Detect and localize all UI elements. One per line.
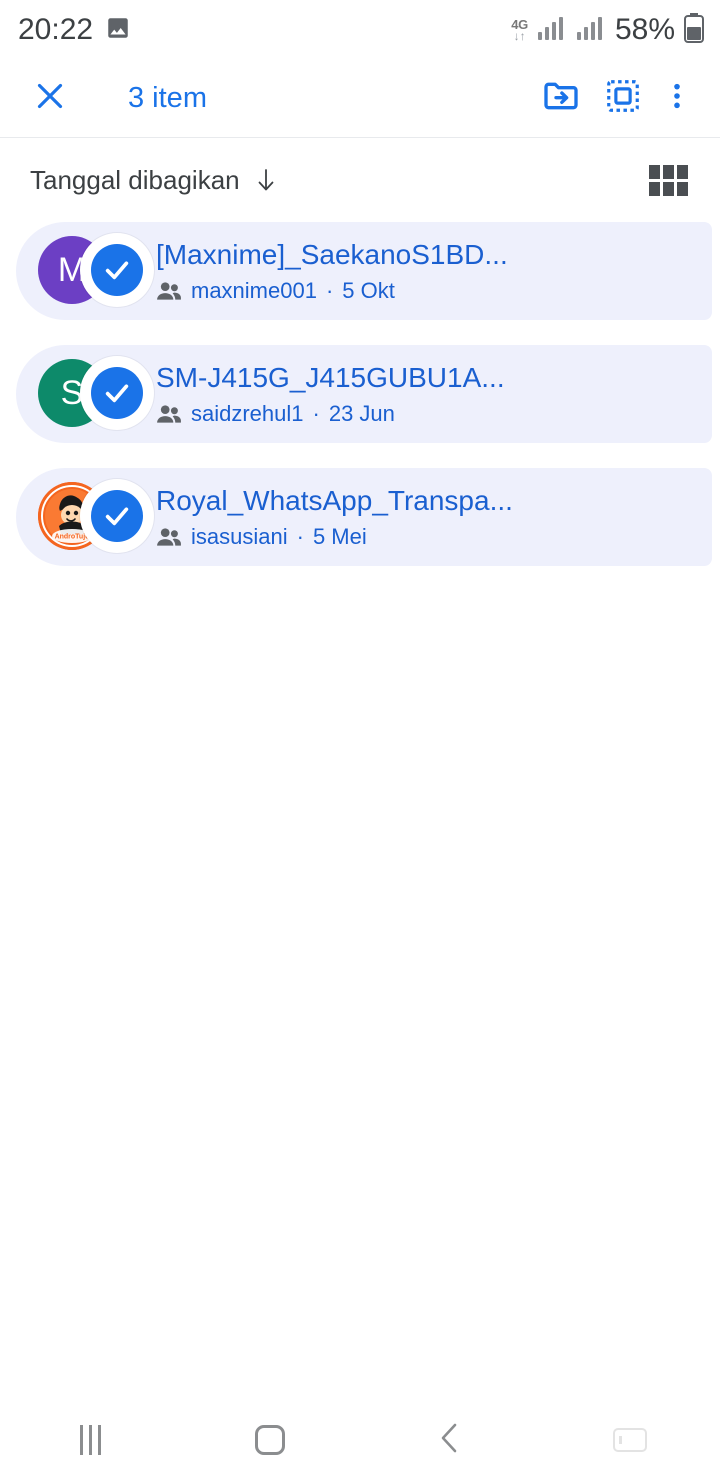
check-icon	[91, 367, 143, 419]
sort-row: Tanggal dibagikan	[0, 138, 720, 222]
select-all-icon	[604, 77, 642, 120]
check-icon	[91, 244, 143, 296]
signal-bars-icon	[537, 14, 567, 47]
app-bar: 3 item	[0, 60, 720, 138]
list-item[interactable]: M [Maxnime]_SaekanoS1BD... maxnime001 · …	[16, 222, 712, 320]
recents-button[interactable]	[0, 1400, 180, 1480]
meta-separator: ·	[325, 277, 334, 303]
file-meta: isasusiani · 5 Mei	[156, 524, 712, 550]
file-name: SM-J415G_J415GUBU1A...	[156, 361, 505, 393]
keyboard-icon	[613, 1428, 647, 1452]
list-item-text: [Maxnime]_SaekanoS1BD... maxnime001 · 5 …	[156, 239, 712, 304]
battery-percent-label: 58%	[614, 13, 675, 46]
people-icon	[156, 280, 182, 302]
grid-view-toggle-button[interactable]	[640, 154, 696, 206]
selection-checkbox[interactable]	[80, 479, 154, 553]
close-icon	[32, 78, 68, 119]
move-to-folder-button[interactable]	[530, 68, 592, 130]
file-owner: saidzrehul1	[191, 400, 304, 426]
selection-count-title: 3 item	[128, 82, 207, 114]
back-button[interactable]	[360, 1400, 540, 1480]
check-icon	[91, 490, 143, 542]
file-date: 5 Okt	[342, 277, 395, 303]
list-item-text: SM-J415G_J415GUBU1A... saidzrehul1 · 23 …	[156, 362, 712, 427]
signal-bars-icon	[576, 14, 606, 47]
file-owner: isasusiani	[191, 523, 288, 549]
back-icon	[436, 1421, 464, 1460]
select-all-button[interactable]	[592, 68, 654, 130]
file-name: Royal_WhatsApp_Transpa...	[156, 484, 513, 516]
selection-checkbox[interactable]	[80, 356, 154, 430]
list-item[interactable]: S SM-J415G_J415GUBU1A... saidzrehul1 · 2…	[16, 345, 712, 443]
arrow-down-icon	[254, 166, 278, 194]
list-item[interactable]: AndroTuju Royal_WhatsApp_Transpa... isas…	[16, 468, 712, 566]
list-item-text: Royal_WhatsApp_Transpa... isasusiani · 5…	[156, 485, 712, 550]
status-bar: 20:22 4G ↓↑ 58%	[0, 0, 720, 60]
file-date: 23 Jun	[328, 400, 395, 426]
battery-icon	[684, 12, 704, 48]
keyboard-button[interactable]	[540, 1400, 720, 1480]
status-bar-left: 20:22	[18, 13, 131, 47]
image-icon	[105, 15, 131, 46]
file-meta: maxnime001 · 5 Okt	[156, 278, 712, 304]
data-transfer-arrows: ↓↑	[513, 29, 526, 43]
file-date: 5 Mei	[312, 523, 367, 549]
people-icon	[156, 403, 182, 425]
grid-view-icon	[648, 164, 688, 196]
move-to-folder-icon	[541, 76, 581, 121]
status-clock: 20:22	[18, 13, 94, 46]
close-selection-button[interactable]	[24, 73, 76, 125]
file-meta: saidzrehul1 · 23 Jun	[156, 401, 712, 427]
network-type-indicator: 4G ↓↑	[511, 18, 528, 42]
avatar-group: M	[38, 233, 154, 307]
status-bar-right: 4G ↓↑ 58%	[511, 12, 704, 48]
avatar-group: S	[38, 356, 154, 430]
sort-label: Tanggal dibagikan	[30, 164, 240, 195]
selection-checkbox[interactable]	[80, 233, 154, 307]
meta-separator: ·	[312, 400, 320, 426]
recents-icon	[79, 1425, 101, 1455]
file-name: [Maxnime]_SaekanoS1BD...	[156, 238, 508, 270]
avatar-group: AndroTuju	[38, 479, 154, 553]
file-list: M [Maxnime]_SaekanoS1BD... maxnime001 · …	[0, 222, 720, 566]
system-navigation-bar	[0, 1400, 720, 1480]
home-button[interactable]	[180, 1400, 360, 1480]
sort-button[interactable]: Tanggal dibagikan	[30, 165, 278, 196]
home-icon	[255, 1425, 285, 1455]
file-owner: maxnime001	[191, 277, 317, 303]
more-options-button[interactable]	[654, 68, 700, 130]
more-options-icon	[661, 80, 693, 117]
meta-separator: ·	[296, 523, 304, 549]
people-icon	[156, 526, 182, 548]
